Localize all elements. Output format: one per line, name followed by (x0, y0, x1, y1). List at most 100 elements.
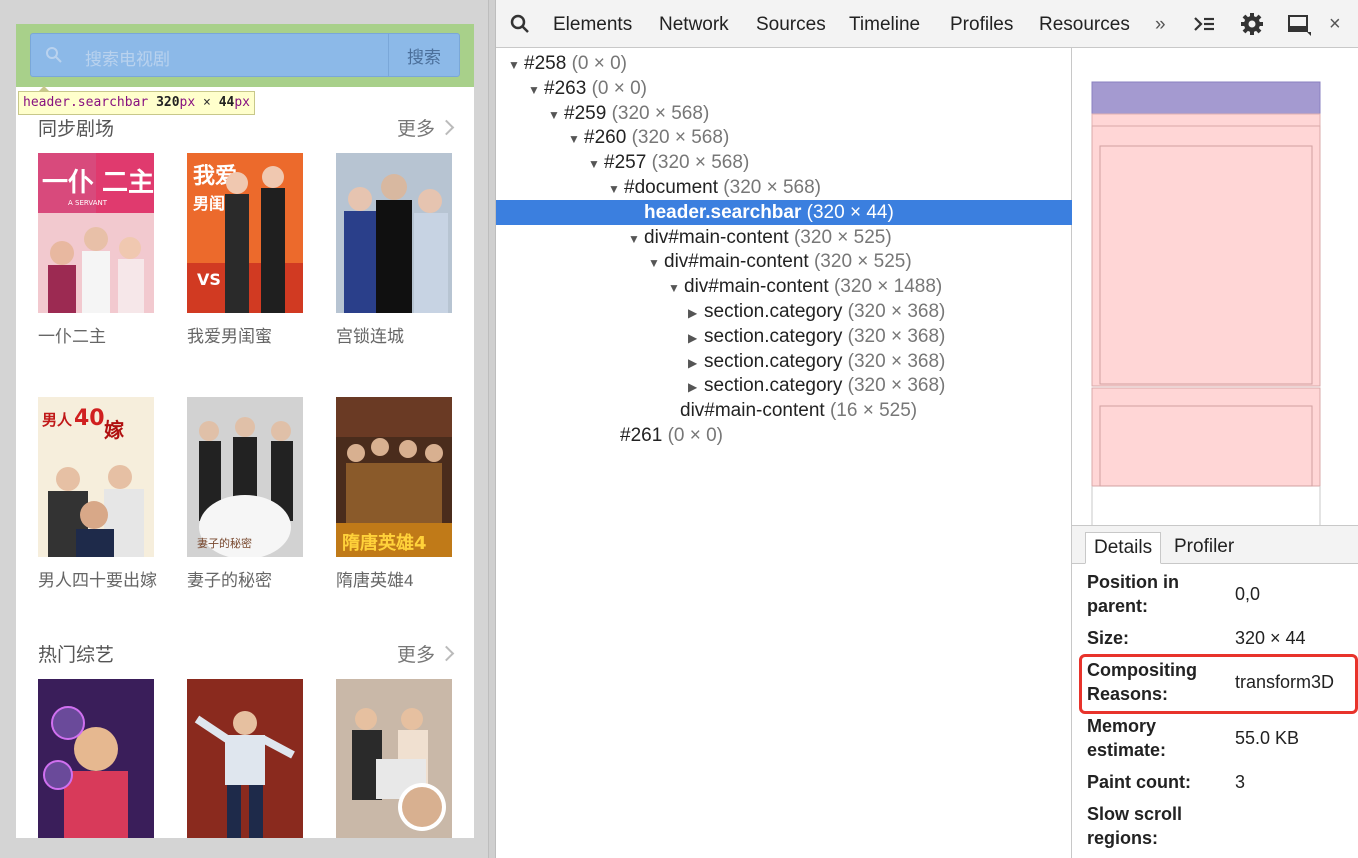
tooltip-times: × (203, 95, 211, 110)
tree-node-dims: (320 × 368) (847, 301, 946, 322)
expand-triangle-right-icon[interactable]: ▶ (688, 375, 704, 400)
expand-triangle-down-icon[interactable]: ▼ (668, 276, 684, 301)
expand-triangle-right-icon[interactable]: ▶ (688, 326, 704, 351)
tab-profiler[interactable]: Profiler (1166, 532, 1242, 564)
tree-node-dims: (320 × 1488) (833, 276, 943, 298)
gear-icon[interactable] (1240, 12, 1264, 36)
expand-triangle-down-icon[interactable]: ▼ (608, 177, 624, 202)
tree-node-label: section.category (704, 325, 843, 347)
tab-details[interactable]: Details (1085, 532, 1162, 564)
tree-node[interactable]: ▼ #257 (320 × 568) (588, 150, 749, 175)
poster-thumbnail[interactable] (336, 153, 452, 313)
tree-node-label: div#main-content (644, 226, 789, 248)
tab-resources[interactable]: Resources (1039, 14, 1130, 36)
tree-node[interactable]: ▼ div#main-content (320 × 525) (628, 225, 892, 250)
mobile-preview-frame: 搜索电视剧 搜索 header.searchbar 320px × 44px 同… (0, 0, 488, 858)
tree-node-dims: (320 × 568) (631, 127, 730, 149)
poster-art (336, 679, 452, 838)
poster-thumbnail[interactable] (336, 679, 452, 838)
tree-node[interactable]: ▶ section.category (320 × 368) (688, 299, 945, 324)
poster-art: 妻子的秘密 (187, 397, 303, 557)
expand-triangle-down-icon[interactable]: ▼ (548, 103, 564, 128)
tree-node-dims: (0 × 0) (667, 425, 724, 446)
tree-node[interactable]: ▼ #260 (320 × 568) (568, 125, 729, 150)
tab-profiles[interactable]: Profiles (950, 14, 1013, 36)
poster-art: 一仆 二主 A SERVANT (38, 153, 154, 313)
panel-divider[interactable] (488, 0, 496, 858)
layer-3d-view[interactable] (1072, 48, 1358, 526)
element-size-tooltip: header.searchbar 320px × 44px (18, 91, 255, 115)
search-input[interactable]: 搜索电视剧 (30, 33, 388, 77)
search-icon (46, 47, 62, 63)
poster-thumbnail[interactable]: 男人 40 嫁 (38, 397, 154, 557)
category-title: 热门综艺 (38, 645, 115, 666)
tree-node-dims: (0 × 0) (591, 77, 648, 99)
expand-triangle-down-icon[interactable]: ▼ (528, 78, 544, 103)
search-icon[interactable] (508, 12, 532, 36)
poster-thumbnail[interactable]: 妻子的秘密 (187, 397, 303, 557)
tooltip-height: 44 (218, 95, 235, 110)
tree-node[interactable]: ▼ #263 (0 × 0) (528, 76, 647, 101)
tree-node[interactable]: ▼ #259 (320 × 568) (548, 101, 709, 126)
expand-triangle-down-icon[interactable]: ▼ (628, 227, 644, 252)
tree-node[interactable]: ▶ section.category (320 × 368) (688, 324, 945, 349)
poster-caption: 隋唐英雄4 (336, 571, 414, 590)
tree-node[interactable]: ▶ section.category (320 × 368) (688, 373, 945, 398)
layer-details: Details Profiler Position in parent: 0,0… (1072, 526, 1358, 858)
more-link[interactable]: 更多 (397, 640, 455, 667)
tree-node[interactable]: ▼ div#main-content (320 × 525) (648, 249, 912, 274)
tree-node[interactable]: ▶ section.category (320 × 368) (688, 349, 945, 374)
tree-node-dims: (16 × 525) (829, 400, 918, 422)
tree-node-label: div#main-content (684, 276, 829, 298)
poster-thumbnail[interactable]: 我爱 男闺蜜 VS (187, 153, 303, 313)
tree-node[interactable]: ▼ #258 (0 × 0) (508, 51, 627, 76)
tab-sources[interactable]: Sources (756, 14, 826, 36)
expand-triangle-right-icon[interactable]: ▶ (688, 301, 704, 326)
tree-node[interactable]: #261 (0 × 0) (604, 423, 723, 448)
poster-thumbnail[interactable] (38, 679, 154, 838)
poster-thumbnail[interactable]: 隋唐英雄4 (336, 397, 452, 557)
svg-text:男人: 男人 (42, 411, 73, 429)
tree-node-label: #261 (620, 425, 663, 446)
tab-network[interactable]: Network (659, 14, 729, 36)
search-button[interactable]: 搜索 (388, 33, 460, 77)
more-link[interactable]: 更多 (396, 114, 455, 141)
prop-label-position: Position in parent: (1087, 572, 1179, 616)
expand-triangle-down-icon[interactable]: ▼ (648, 251, 664, 276)
tree-node-selected[interactable]: header.searchbar (320 × 44) (496, 199, 1072, 225)
chevron-right-icon (438, 119, 455, 136)
tree-node[interactable]: div#main-content (16 × 525) (664, 398, 917, 423)
console-icon[interactable] (1192, 12, 1216, 36)
poster-caption: 妻子的秘密 (187, 571, 272, 590)
chevron-right-icon (438, 645, 455, 662)
dock-icon[interactable] (1287, 12, 1311, 36)
poster-thumbnail[interactable]: 一仆 二主 A SERVANT (38, 153, 154, 313)
close-icon[interactable]: × (1329, 13, 1341, 36)
tree-node-label: div#main-content (664, 251, 809, 273)
tree-node-label: #259 (564, 102, 607, 124)
tree-node-dims: (320 × 525) (813, 251, 912, 273)
mobile-page: 搜索电视剧 搜索 header.searchbar 320px × 44px 同… (16, 24, 474, 838)
expand-triangle-down-icon[interactable]: ▼ (568, 127, 584, 152)
tree-node[interactable]: ▼ #document (320 × 568) (608, 175, 821, 200)
expand-triangle-down-icon[interactable]: ▼ (588, 152, 604, 177)
poster-caption: 我爱男闺蜜 (187, 327, 272, 346)
category-header: 热门综艺 更多 (38, 640, 455, 667)
tab-elements[interactable]: Elements (553, 14, 632, 36)
tree-node-label: #258 (524, 53, 567, 74)
search-placeholder: 搜索电视剧 (85, 50, 170, 69)
expand-triangle-right-icon[interactable]: ▶ (688, 351, 704, 376)
tree-node[interactable]: ▼ div#main-content (320 × 1488) (668, 274, 942, 299)
more-label: 更多 (396, 119, 435, 140)
svg-text:40: 40 (74, 406, 105, 431)
tab-timeline[interactable]: Timeline (849, 14, 920, 36)
tree-node-dims: (320 × 368) (847, 350, 946, 372)
poster-thumbnail[interactable] (187, 679, 303, 838)
poster-art (187, 679, 303, 838)
overflow-icon[interactable]: » (1155, 14, 1166, 36)
tree-node-label: #260 (584, 127, 627, 149)
prop-value-paint-count: 3 (1235, 772, 1246, 792)
tree-node-label: #263 (544, 77, 587, 99)
prop-value-size: 320 × 44 (1235, 628, 1306, 648)
expand-triangle-down-icon[interactable]: ▼ (508, 53, 524, 78)
